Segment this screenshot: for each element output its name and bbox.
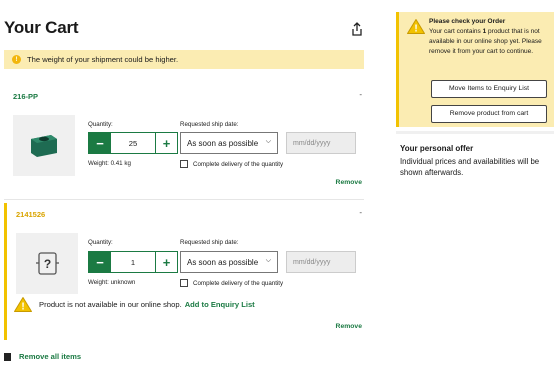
complete-delivery-checkbox[interactable]: Complete delivery of the quantity [180, 279, 283, 287]
complete-delivery-label: Complete delivery of the quantity [193, 160, 284, 168]
ship-date-input[interactable]: mm/dd/yyyy [286, 251, 356, 273]
move-to-enquiry-button[interactable]: Move Items to Enquiry List [431, 80, 547, 98]
item-sku[interactable]: 216-PP [13, 92, 38, 101]
quantity-input[interactable]: 1 [111, 252, 155, 272]
order-check-notice: ! Please check your Order Your cart cont… [396, 12, 554, 127]
weight-warning-text: The weight of your shipment could be hig… [27, 55, 179, 64]
chevron-down-icon: ⌵ [265, 257, 271, 264]
item-weight: Weight: unknown [88, 279, 136, 286]
item-collapse-toggle[interactable]: - [359, 208, 362, 217]
quantity-stepper: − 1 + [88, 251, 178, 273]
item-sku[interactable]: 2141526 [16, 210, 45, 219]
decrease-quantity-button[interactable]: − [89, 133, 111, 153]
trash-icon [4, 352, 11, 361]
product-image [13, 115, 75, 176]
checkbox-box[interactable] [180, 279, 188, 287]
weight-warning-banner: ! The weight of your shipment could be h… [4, 50, 364, 69]
item-weight: Weight: 0.41 kg [88, 160, 131, 167]
item-divider [4, 199, 364, 200]
quantity-label: Quantity: [88, 239, 113, 246]
quantity-stepper: − 25 + [88, 132, 178, 154]
svg-text:?: ? [44, 257, 51, 271]
remove-all-items-button[interactable]: Remove all items [4, 352, 81, 361]
item-collapse-toggle[interactable]: - [359, 90, 362, 99]
complete-delivery-checkbox[interactable]: Complete delivery of the quantity [180, 160, 283, 168]
notice-title: Please check your Order [429, 18, 506, 25]
remove-item-button[interactable]: Remove [336, 179, 362, 186]
quantity-input[interactable]: 25 [111, 133, 155, 153]
offer-title: Your personal offer [400, 144, 474, 153]
ship-option-value: As soon as possible [187, 257, 259, 267]
remove-all-label: Remove all items [19, 352, 82, 361]
increase-quantity-button[interactable]: + [155, 252, 177, 272]
svg-text:!: ! [21, 302, 24, 313]
complete-delivery-label: Complete delivery of the quantity [193, 279, 284, 287]
chevron-down-icon: ⌵ [265, 138, 271, 145]
unavailable-text: Product is not available in our online s… [39, 300, 182, 309]
increase-quantity-button[interactable]: + [155, 133, 177, 153]
unavailable-notice: ! Product is not available in our online… [13, 296, 255, 313]
svg-text:!: ! [414, 24, 417, 35]
warning-triangle-icon: ! [14, 297, 32, 313]
cart-item: 2141526 - ? Quantity: − 1 + Weight: unkn… [4, 203, 364, 340]
decrease-quantity-button[interactable]: − [89, 252, 111, 272]
personal-offer-panel: Your personal offer Individual prices an… [396, 131, 554, 186]
ship-date-input[interactable]: mm/dd/yyyy [286, 132, 356, 154]
ship-date-label: Requested ship date: [180, 239, 239, 246]
warning-triangle-icon: ! [407, 19, 425, 35]
product-image: ? [16, 233, 78, 294]
share-icon[interactable] [351, 22, 363, 36]
ship-date-label: Requested ship date: [180, 121, 239, 128]
ship-option-value: As soon as possible [187, 138, 259, 148]
add-to-enquiry-link[interactable]: Add to Enquiry List [185, 300, 255, 309]
ship-option-select[interactable]: As soon as possible ⌵ [180, 132, 278, 154]
checkbox-box[interactable] [180, 160, 188, 168]
placeholder-product-icon: ? [36, 252, 59, 275]
remove-product-button[interactable]: Remove product from cart [431, 105, 547, 123]
ship-option-select[interactable]: As soon as possible ⌵ [180, 251, 278, 273]
quantity-label: Quantity: [88, 121, 113, 128]
page-title: Your Cart [4, 18, 79, 37]
offer-text: Individual prices and availabilities wil… [400, 157, 540, 177]
info-icon: ! [12, 55, 21, 64]
remove-item-button[interactable]: Remove [336, 323, 362, 330]
cart-item: 216-PP - Quantity: − 25 + Weight: 0.41 k… [4, 84, 364, 194]
notice-text: Your cart contains 1 product that is not… [429, 28, 542, 55]
clamp-product-image [31, 135, 57, 157]
